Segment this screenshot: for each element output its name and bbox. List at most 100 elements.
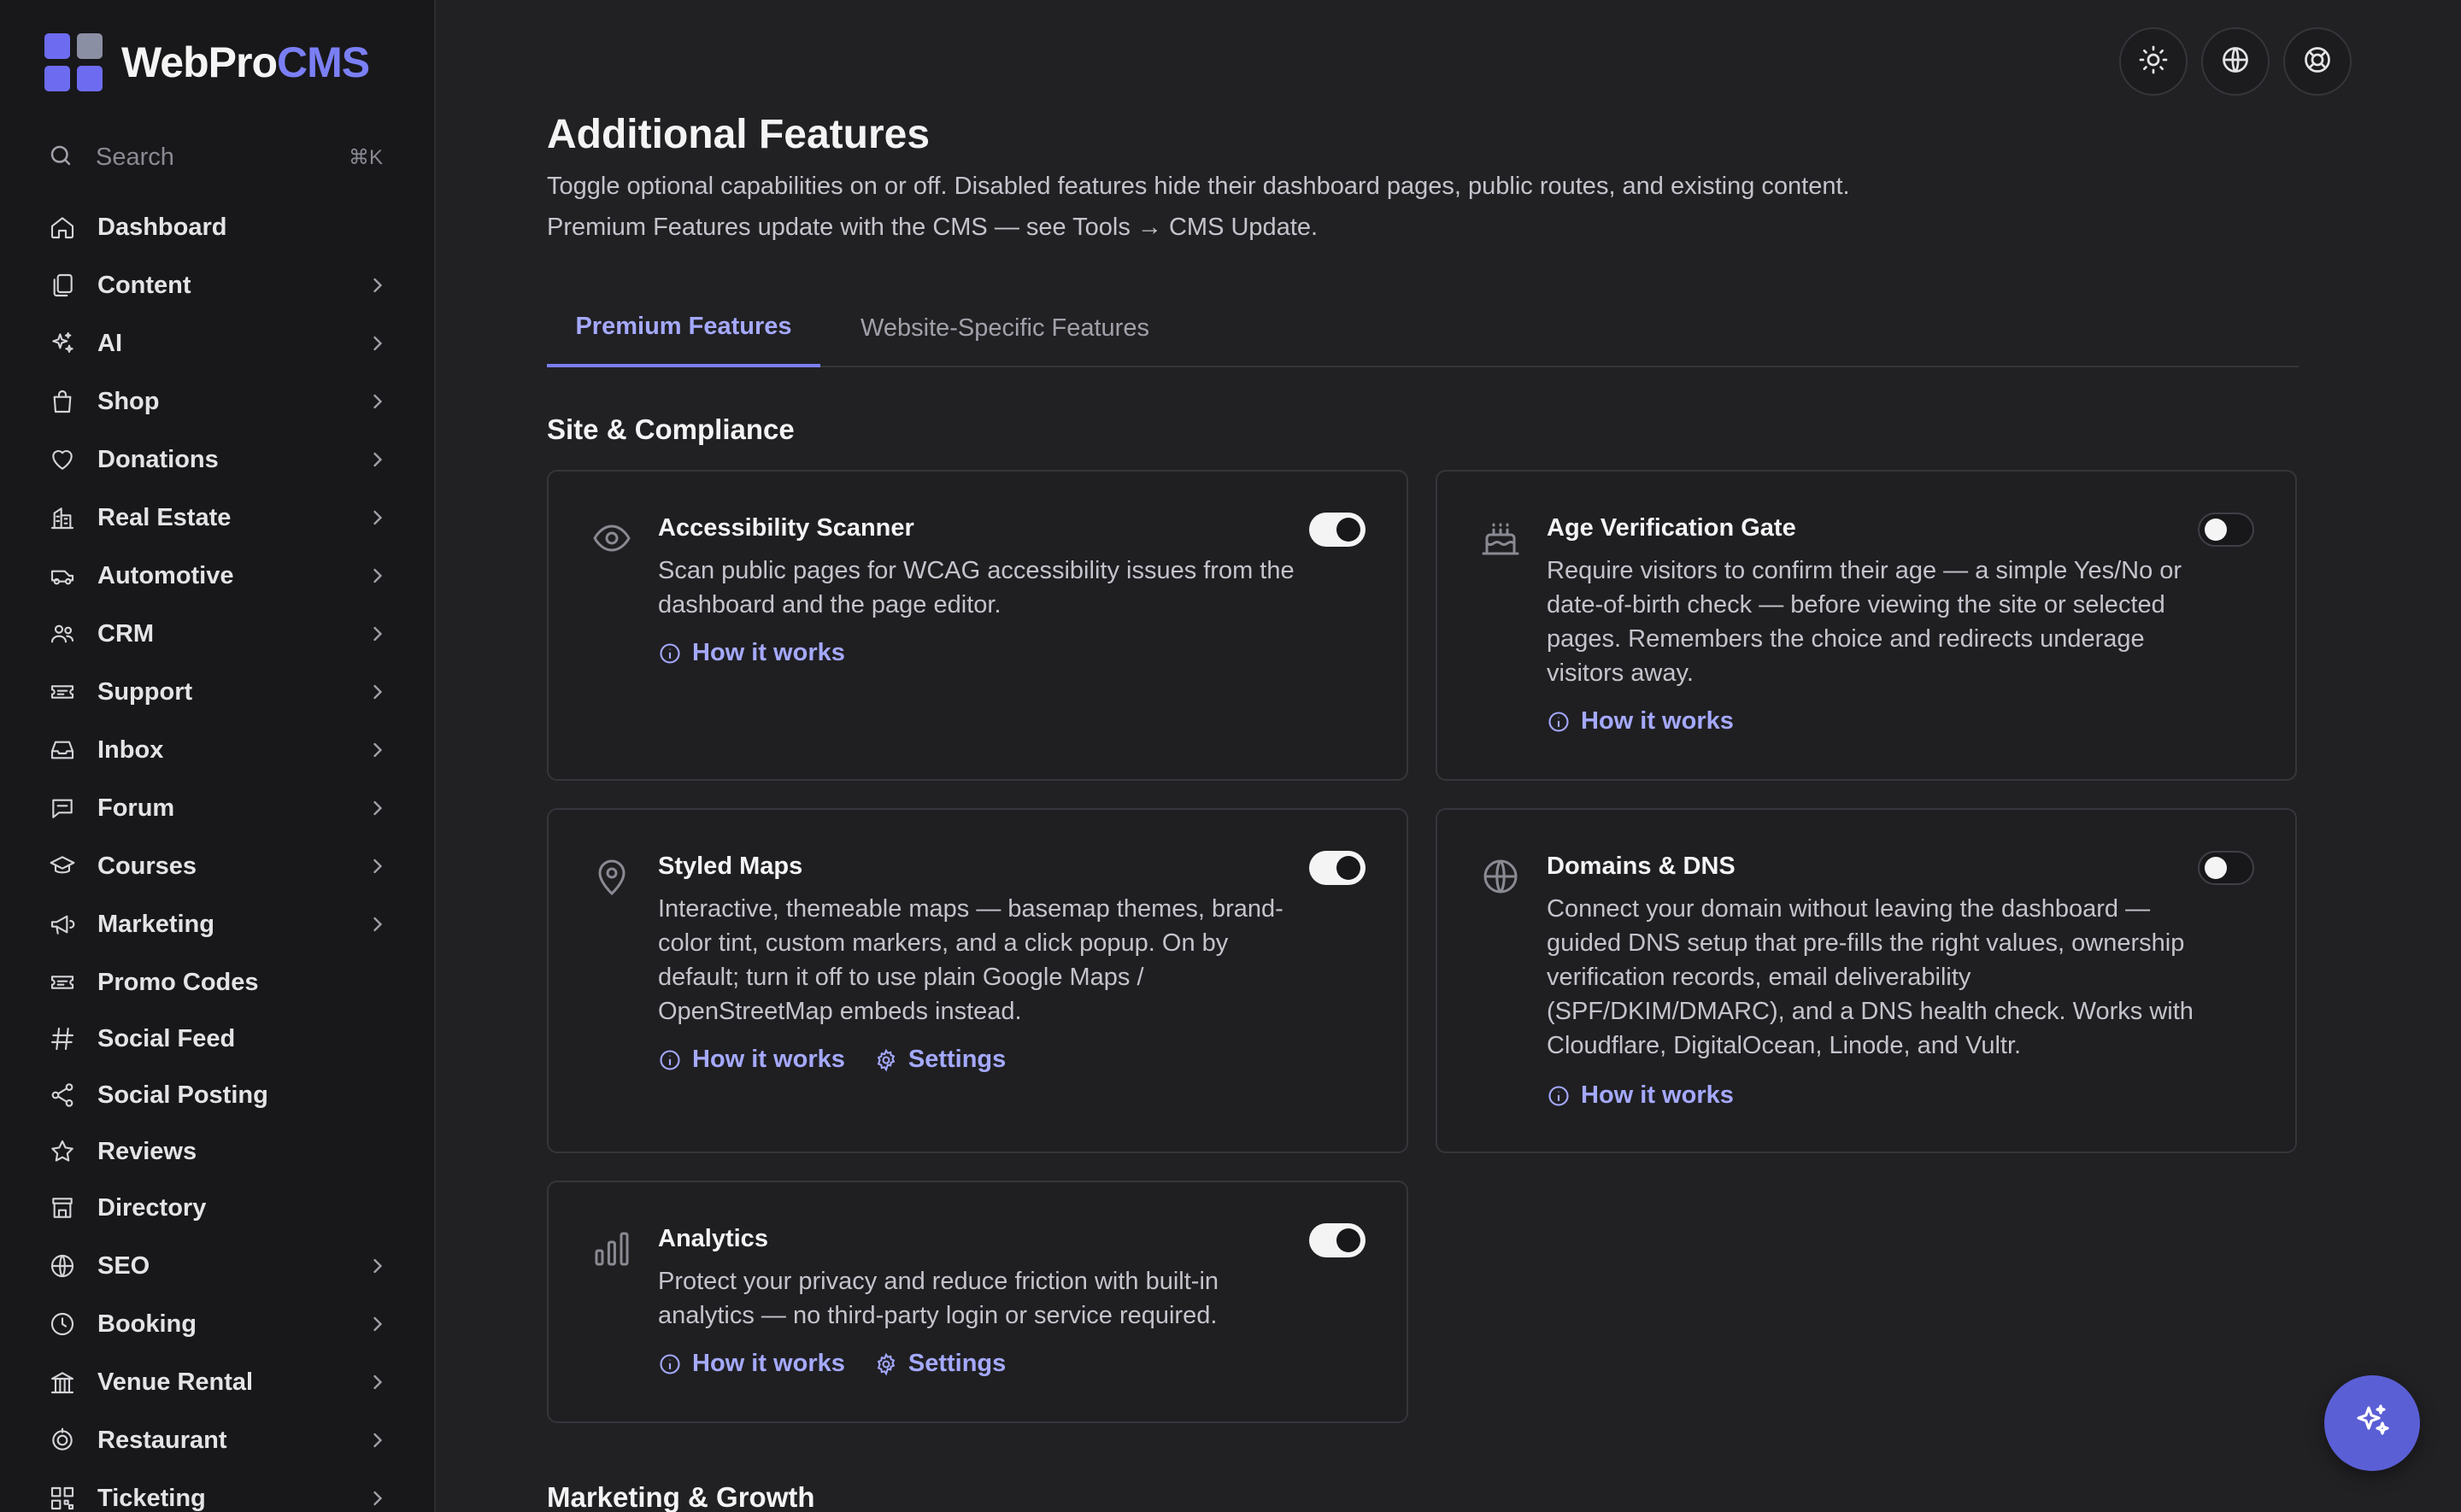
how-it-works-link[interactable]: How it works: [1547, 707, 1734, 735]
megaphone-icon: [48, 910, 77, 939]
bar-chart-icon: [591, 1228, 632, 1269]
sidebar-item-social-posting[interactable]: Social Posting: [48, 1071, 390, 1119]
sidebar-item-shop[interactable]: Shop: [48, 378, 390, 425]
feature-card-accessibility-scanner: Accessibility Scanner Scan public pages …: [547, 470, 1408, 781]
venue-icon: [48, 1368, 77, 1397]
globe-icon: [1480, 856, 1521, 897]
feature-card-domains-dns: Domains & DNS Connect your domain withou…: [1436, 808, 2297, 1153]
store-icon: [48, 1193, 77, 1222]
globe-icon: [2220, 44, 2251, 79]
theme-toggle-button[interactable]: [2119, 27, 2188, 96]
feature-card-age-verification-gate: Age Verification Gate Require visitors t…: [1436, 470, 2297, 781]
sidebar-item-forum[interactable]: Forum: [48, 784, 390, 832]
chevron-right-icon: [373, 452, 383, 467]
info-icon: [660, 1049, 680, 1070]
chevron-right-icon: [373, 1258, 383, 1274]
gear-icon: [877, 1352, 896, 1375]
feature-card-analytics: Analytics Protect your privacy and reduc…: [547, 1181, 1408, 1423]
chevron-right-icon: [373, 1374, 383, 1390]
sidebar-item-real-estate[interactable]: Real Estate: [48, 494, 390, 542]
sidebar-item-content[interactable]: Content: [48, 261, 390, 309]
sidebar-item-crm[interactable]: CRM: [48, 610, 390, 658]
sidebar-item-label: Promo Codes: [97, 968, 259, 996]
gear-icon: [877, 1048, 896, 1071]
hash-icon: [48, 1024, 77, 1053]
feature-description: Interactive, themeable maps — basemap th…: [658, 895, 1283, 1025]
building-icon: [48, 503, 77, 532]
view-site-button[interactable]: [2201, 27, 2270, 96]
page-description-line-1: Toggle optional capabilities on or off. …: [547, 173, 1850, 200]
chevron-right-icon: [373, 336, 383, 351]
sidebar-item-label: Forum: [97, 794, 175, 822]
qr-icon: [48, 1484, 77, 1512]
sidebar-item-dashboard[interactable]: Dashboard: [48, 203, 390, 251]
sidebar-item-label: Social Posting: [97, 1081, 268, 1109]
feature-toggle[interactable]: [1309, 1223, 1366, 1257]
sidebar-item-label: Inbox: [97, 735, 164, 764]
sidebar-item-ai[interactable]: AI: [48, 319, 390, 367]
tab-website-specific-features[interactable]: Website-Specific Features: [820, 289, 1189, 367]
feature-title: Accessibility Scanner: [658, 514, 914, 542]
share-icon: [48, 1081, 77, 1110]
sidebar-item-booking[interactable]: Booking: [48, 1300, 390, 1348]
sidebar-item-support[interactable]: Support: [48, 668, 390, 716]
home-icon: [48, 213, 77, 242]
feature-toggle[interactable]: [1309, 513, 1366, 547]
how-it-works-link[interactable]: How it works: [658, 1046, 845, 1074]
sidebar-item-social-feed[interactable]: Social Feed: [48, 1015, 390, 1063]
sidebar-item-seo[interactable]: SEO: [48, 1242, 390, 1290]
sidebar-item-label: Restaurant: [97, 1426, 227, 1454]
tab-premium-features[interactable]: Premium Features: [547, 289, 820, 367]
chevron-right-icon: [373, 1491, 383, 1506]
sidebar-item-label: Ticketing: [97, 1484, 206, 1512]
sidebar-search[interactable]: Search ⌘K: [48, 138, 383, 176]
feature-description: Require visitors to confirm their age — …: [1547, 557, 2182, 687]
settings-link[interactable]: Settings: [874, 1350, 1006, 1378]
feature-toggle[interactable]: [1309, 851, 1366, 885]
sidebar-item-inbox[interactable]: Inbox: [48, 726, 390, 774]
search-placeholder: Search: [96, 143, 174, 171]
info-icon: [1548, 1085, 1569, 1106]
info-icon: [660, 1353, 680, 1374]
sidebar-item-restaurant[interactable]: Restaurant: [48, 1416, 390, 1464]
sidebar-item-label: Reviews: [97, 1137, 197, 1165]
sidebar-item-directory[interactable]: Directory: [48, 1184, 390, 1232]
sidebar-item-reviews[interactable]: Reviews: [48, 1128, 390, 1175]
sidebar-item-marketing[interactable]: Marketing: [48, 900, 390, 948]
info-icon: [1548, 711, 1569, 732]
sidebar-item-venue-rental[interactable]: Venue Rental: [48, 1358, 390, 1406]
feature-description: Protect your privacy and reduce friction…: [658, 1268, 1219, 1329]
sidebar-item-donations[interactable]: Donations: [48, 436, 390, 483]
users-icon: [48, 619, 77, 648]
sidebar-item-automotive[interactable]: Automotive: [48, 552, 390, 600]
sun-icon: [2138, 44, 2169, 79]
chevron-right-icon: [373, 510, 383, 525]
how-it-works-link[interactable]: How it works: [658, 1350, 845, 1378]
feature-title: Age Verification Gate: [1547, 514, 1796, 542]
sparkles-icon: [48, 329, 77, 358]
how-it-works-link[interactable]: How it works: [658, 639, 845, 667]
page-title: Additional Features: [547, 112, 931, 157]
sidebar-item-courses[interactable]: Courses: [48, 842, 390, 890]
ticket-icon: [48, 968, 77, 997]
chevron-right-icon: [373, 278, 383, 293]
sidebar-item-label: Donations: [97, 445, 219, 473]
how-it-works-link[interactable]: How it works: [1547, 1081, 1734, 1110]
search-icon: [48, 143, 73, 173]
sidebar-item-ticketing[interactable]: Ticketing: [48, 1474, 390, 1512]
pages-icon: [48, 271, 77, 300]
brand-name: WebProCMS: [121, 38, 370, 86]
feature-title: Domains & DNS: [1547, 853, 1736, 880]
sidebar-item-label: Booking: [97, 1310, 197, 1338]
sidebar-item-promo-codes[interactable]: Promo Codes: [48, 958, 390, 1006]
chevron-right-icon: [373, 1316, 383, 1332]
cake-icon: [1480, 518, 1521, 559]
feature-toggle[interactable]: [2198, 851, 2254, 885]
feature-toggle[interactable]: [2198, 513, 2254, 547]
ai-assistant-button[interactable]: [2324, 1375, 2420, 1471]
settings-link[interactable]: Settings: [874, 1046, 1006, 1074]
brand-logo[interactable]: WebProCMS: [44, 32, 370, 92]
help-button[interactable]: [2283, 27, 2352, 96]
sidebar-item-label: Courses: [97, 852, 197, 880]
chevron-right-icon: [373, 394, 383, 409]
